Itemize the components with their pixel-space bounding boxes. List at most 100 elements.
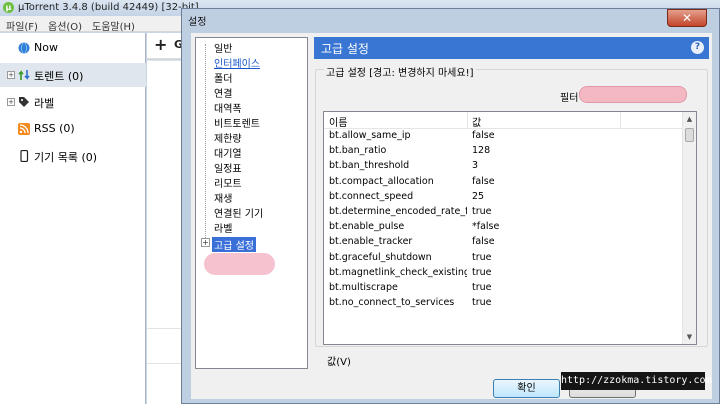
setting-name: bt.connect_speed xyxy=(329,190,414,202)
expand-icon[interactable]: + xyxy=(201,238,210,247)
setting-value: false xyxy=(472,130,495,141)
nav-item-queueing[interactable]: 대기열 xyxy=(214,145,242,160)
sidebar-item-devices[interactable]: 기기 목록 (0) xyxy=(0,144,146,168)
sidebar-item-now[interactable]: Now xyxy=(0,36,146,60)
setting-name: bt.multiscrape xyxy=(329,281,398,293)
menu-help[interactable]: 도움말(H) xyxy=(92,18,135,33)
scroll-thumb[interactable] xyxy=(685,128,694,142)
nav-item-scheduler[interactable]: 일정표 xyxy=(214,160,242,175)
sidebar: Now + 토렌트 (0) + 라벨 RSS (0) 기기 목록 (0) xyxy=(0,33,146,404)
list-item[interactable]: bt.allow_same_ip false xyxy=(324,129,683,144)
nav-item-playback[interactable]: 재생 xyxy=(214,190,232,205)
nav-item-transfer-cap[interactable]: 제한량 xyxy=(214,130,242,145)
column-header-value[interactable]: 값 xyxy=(472,114,481,129)
list-item[interactable]: bt.no_connect_to_services true xyxy=(324,296,683,311)
setting-value: true xyxy=(472,297,492,309)
setting-name: bt.determine_encoded_rate_fo... xyxy=(329,205,467,217)
advanced-settings-panel: 고급 설정 ? 고급 설정 [경고: 변경하지 마세요!] 필터 이름 값 bt… xyxy=(314,37,709,371)
panel-title: 고급 설정 xyxy=(321,42,369,56)
watermark: http://zzokma.tistory.com xyxy=(561,372,712,390)
setting-name: bt.magnetlink_check_existing_... xyxy=(329,266,467,278)
list-item[interactable]: bt.ban_threshold 3 xyxy=(324,159,683,174)
column-separator[interactable] xyxy=(467,112,468,129)
setting-name: bt.compact_allocation xyxy=(329,175,434,187)
device-icon xyxy=(20,150,29,162)
setting-name: bt.ban_ratio xyxy=(329,145,387,157)
close-button[interactable]: ✕ xyxy=(667,9,707,27)
filter-input[interactable] xyxy=(579,86,687,103)
nav-item-folders[interactable]: 폴더 xyxy=(214,70,232,85)
setting-name: bt.no_connect_to_services xyxy=(329,297,455,309)
tree-lines xyxy=(205,44,206,240)
settings-dialog: 설정 ✕ 일반 인터페이스 폴더 연결 대역폭 비트토렌트 제한량 대기열 일정… xyxy=(181,8,720,404)
column-separator[interactable] xyxy=(620,112,621,129)
value-field-label: 값(V) xyxy=(327,357,351,368)
utorrent-logo-icon: µ xyxy=(3,2,14,13)
list-item[interactable]: bt.enable_pulse *false xyxy=(324,220,683,235)
nav-item-interface[interactable]: 인터페이스 xyxy=(214,55,260,70)
menu-options[interactable]: 옵션(O) xyxy=(48,18,82,33)
setting-value: 25 xyxy=(472,190,485,202)
filter-label: 필터 xyxy=(560,93,579,104)
sidebar-item-labels[interactable]: + 라벨 xyxy=(0,90,146,114)
setting-value: true xyxy=(472,266,492,278)
setting-value: 128 xyxy=(472,145,491,157)
list-rows: bt.allow_same_ip false bt.ban_ratio 128 bt… xyxy=(324,129,683,311)
nav-item-general[interactable]: 일반 xyxy=(214,40,232,55)
setting-value: true xyxy=(472,281,492,293)
column-header-name[interactable]: 이름 xyxy=(329,114,347,129)
dialog-title: 설정 xyxy=(188,17,207,28)
menu-file[interactable]: 파일(F) xyxy=(6,18,38,33)
sidebar-item-label: 라벨 xyxy=(34,97,55,110)
advanced-settings-list[interactable]: 이름 값 bt.allow_same_ip false bt.ban_ratio 1… xyxy=(323,111,697,345)
nav-item-bandwidth[interactable]: 대역폭 xyxy=(214,100,242,115)
nav-item-bittorrent[interactable]: 비트토렌트 xyxy=(214,115,260,130)
nav-item-remote[interactable]: 리모트 xyxy=(214,175,242,190)
globe-icon xyxy=(18,42,30,54)
panel-header: 고급 설정 ? xyxy=(314,37,709,59)
scroll-up-arrow-icon[interactable]: ▲ xyxy=(683,112,696,126)
list-header: 이름 값 xyxy=(324,112,683,129)
nav-item-labels[interactable]: 라벨 xyxy=(214,220,232,235)
menubar: 파일(F) 옵션(O) 도움말(H) xyxy=(0,16,190,33)
setting-value: *false xyxy=(472,221,500,233)
sidebar-item-label: 기기 목록 (0) xyxy=(34,151,98,164)
nav-item-paired-devices[interactable]: 연결된 기기 xyxy=(214,205,263,220)
setting-name: bt.enable_pulse xyxy=(329,221,405,233)
list-item[interactable]: bt.connect_speed 25 xyxy=(324,190,683,205)
list-item[interactable]: bt.compact_allocation false xyxy=(324,175,683,190)
ok-button[interactable]: 확인 xyxy=(493,379,560,398)
sidebar-item-label: RSS (0) xyxy=(34,122,75,135)
setting-value: false xyxy=(472,175,495,187)
setting-value: true xyxy=(472,251,492,263)
transfer-arrows-icon xyxy=(18,70,30,80)
sidebar-item-label: 토렌트 (0) xyxy=(34,70,84,83)
nav-item-connection[interactable]: 연결 xyxy=(214,85,232,100)
add-torrent-button[interactable]: + xyxy=(154,35,167,54)
rss-icon xyxy=(18,123,30,135)
sidebar-item-torrents[interactable]: + 토렌트 (0) xyxy=(0,63,146,87)
expand-icon[interactable]: + xyxy=(7,98,15,106)
help-icon[interactable]: ? xyxy=(691,41,704,54)
sidebar-item-rss[interactable]: RSS (0) xyxy=(0,117,146,141)
list-item[interactable]: bt.multiscrape true xyxy=(324,281,683,296)
list-item[interactable]: bt.ban_ratio 128 xyxy=(324,144,683,159)
setting-value: false xyxy=(472,236,495,248)
sidebar-item-label: Now xyxy=(34,41,58,54)
settings-nav-tree: 일반 인터페이스 폴더 연결 대역폭 비트토렌트 제한량 대기열 일정표 리모트… xyxy=(195,37,308,369)
setting-value: 3 xyxy=(472,160,479,172)
setting-value: true xyxy=(472,205,492,217)
setting-name: bt.graceful_shutdown xyxy=(329,251,432,263)
dialog-body: 일반 인터페이스 폴더 연결 대역폭 비트토렌트 제한량 대기열 일정표 리모트… xyxy=(191,33,712,399)
main-window-title: µTorrent 3.4.8 (build 42449) [32-bit] xyxy=(18,2,199,13)
nav-item-advanced[interactable]: 고급 설정 xyxy=(212,237,256,252)
tag-icon xyxy=(19,97,29,107)
list-item[interactable]: bt.graceful_shutdown true xyxy=(324,251,683,266)
vertical-scrollbar[interactable]: ▲ ▼ xyxy=(682,112,696,344)
list-item[interactable]: bt.enable_tracker false xyxy=(324,235,683,250)
expand-icon[interactable]: + xyxy=(7,71,15,79)
list-item[interactable]: bt.determine_encoded_rate_fo... true xyxy=(324,205,683,220)
setting-name: bt.ban_threshold xyxy=(329,160,410,172)
scroll-down-arrow-icon[interactable]: ▼ xyxy=(683,330,696,344)
list-item[interactable]: bt.magnetlink_check_existing_... true xyxy=(324,266,683,281)
